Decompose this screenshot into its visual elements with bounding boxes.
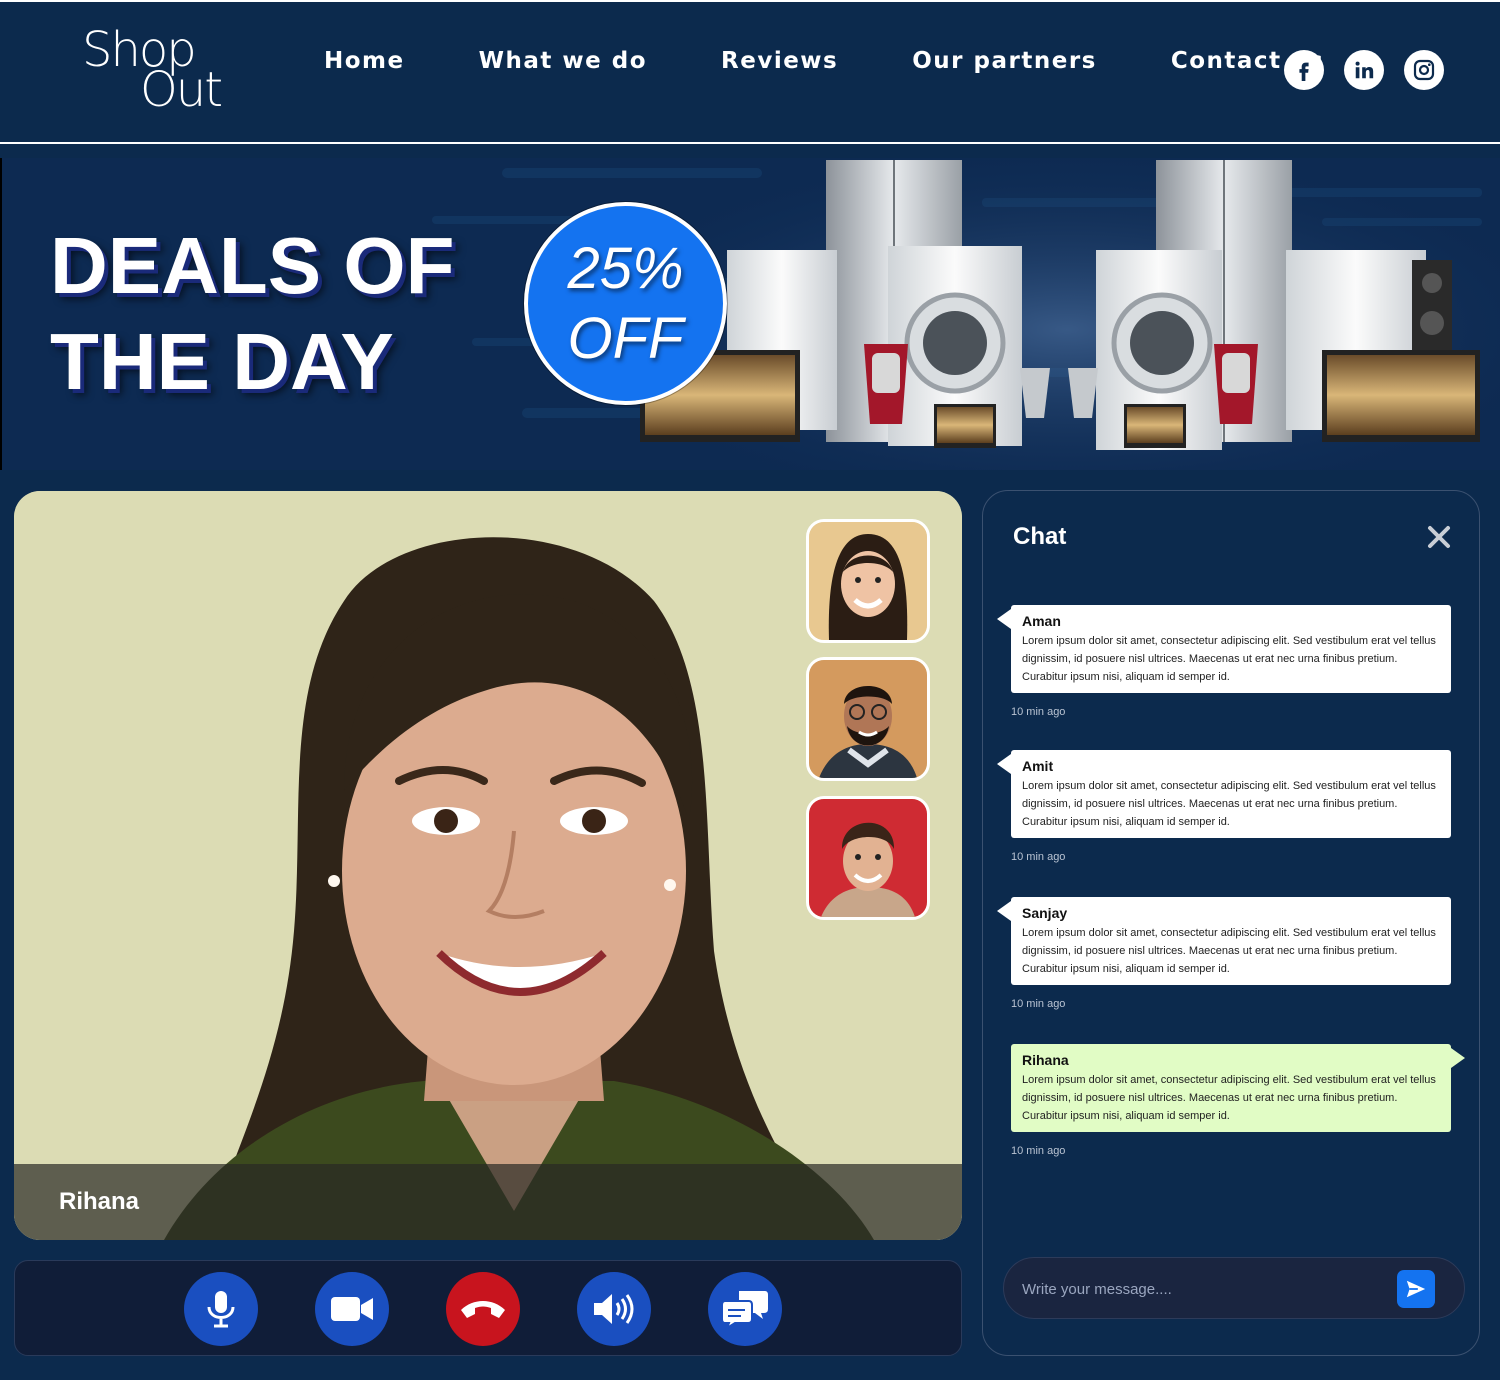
send-icon: [1406, 1280, 1426, 1298]
deals-banner[interactable]: DEALS OF THE DAY 25% OFF: [0, 158, 1500, 470]
nav-reviews[interactable]: Reviews: [697, 48, 838, 74]
main-nav: Home What we do Reviews Our partners Con…: [300, 48, 1374, 74]
chat-message-self: Rihana Lorem ipsum dolor sit amet, conse…: [1011, 1044, 1465, 1132]
end-call-icon: [461, 1301, 505, 1318]
participant-name-bar: Rihana: [14, 1164, 962, 1240]
participant-woman-avatar: [809, 522, 927, 640]
discount-off: OFF: [567, 305, 684, 371]
message-sender: Amit: [1022, 758, 1054, 774]
send-button[interactable]: [1397, 1270, 1435, 1308]
chat-input-bar: [1003, 1257, 1465, 1319]
linkedin-icon[interactable]: [1344, 50, 1384, 90]
microphone-icon: [207, 1291, 235, 1328]
logo-text-bottom: Out: [140, 62, 223, 118]
close-icon: [1428, 526, 1450, 548]
participant-name: Rihana: [59, 1188, 140, 1215]
shopout-logo[interactable]: Shop Out: [82, 22, 232, 118]
message-sender: Rihana: [1022, 1052, 1069, 1068]
chat-toggle-button[interactable]: [708, 1272, 782, 1346]
chat-title: Chat: [1013, 523, 1067, 550]
facebook-icon[interactable]: [1284, 50, 1324, 90]
site-header: Shop Out Home What we do Reviews Our par…: [0, 0, 1500, 144]
message-text: Lorem ipsum dolor sit amet, consectetur …: [1022, 927, 1436, 975]
speaker-icon: [594, 1294, 634, 1324]
nav-what-we-do[interactable]: What we do: [455, 48, 647, 74]
appliances-image: [632, 158, 1500, 470]
main-video-feed[interactable]: Rihana: [14, 491, 962, 1240]
participant-thumbnail-3[interactable]: [806, 796, 930, 920]
message-timestamp: 10 min ago: [1011, 706, 1066, 718]
message-sender: Aman: [1022, 613, 1061, 629]
participant-thumbnail-2[interactable]: [806, 657, 930, 781]
video-camera-button[interactable]: [315, 1272, 389, 1346]
chat-close-button[interactable]: [1425, 523, 1453, 551]
message-timestamp: 10 min ago: [1011, 851, 1066, 863]
chat-message: Amit Lorem ipsum dolor sit amet, consect…: [997, 750, 1451, 838]
participant-man-red-avatar: [809, 799, 927, 917]
banner-headline-line2: THE DAY: [50, 317, 394, 406]
banner-headline: DEALS OF THE DAY: [50, 218, 454, 410]
chat-message: Aman Lorem ipsum dolor sit amet, consect…: [997, 605, 1451, 693]
social-links: [1284, 50, 1444, 90]
instagram-icon[interactable]: [1404, 50, 1444, 90]
message-text: Lorem ipsum dolor sit amet, consectetur …: [1022, 1074, 1436, 1122]
call-controls: [14, 1260, 962, 1356]
nav-our-partners[interactable]: Our partners: [888, 48, 1097, 74]
discount-percent: 25%: [567, 235, 684, 301]
discount-badge: 25% OFF: [524, 202, 727, 405]
end-call-button[interactable]: [446, 1272, 520, 1346]
chat-message-input[interactable]: [1022, 1272, 1382, 1306]
message-sender: Sanjay: [1022, 905, 1068, 921]
speaker-button[interactable]: [577, 1272, 651, 1346]
message-text: Lorem ipsum dolor sit amet, consectetur …: [1022, 780, 1436, 828]
message-timestamp: 10 min ago: [1011, 998, 1066, 1010]
nav-home[interactable]: Home: [300, 48, 405, 74]
participant-thumbnail-1[interactable]: [806, 519, 930, 643]
video-camera-icon: [331, 1297, 373, 1321]
chat-bubbles-icon: [721, 1291, 768, 1329]
banner-headline-line1: DEALS OF: [50, 221, 455, 310]
message-text: Lorem ipsum dolor sit amet, consectetur …: [1022, 635, 1436, 683]
participant-man-glasses-avatar: [809, 660, 927, 778]
microphone-button[interactable]: [184, 1272, 258, 1346]
chat-panel: Chat Aman Lorem ipsum dolor sit amet, co…: [982, 490, 1480, 1356]
chat-message: Sanjay Lorem ipsum dolor sit amet, conse…: [997, 897, 1451, 985]
message-timestamp: 10 min ago: [1011, 1145, 1066, 1157]
